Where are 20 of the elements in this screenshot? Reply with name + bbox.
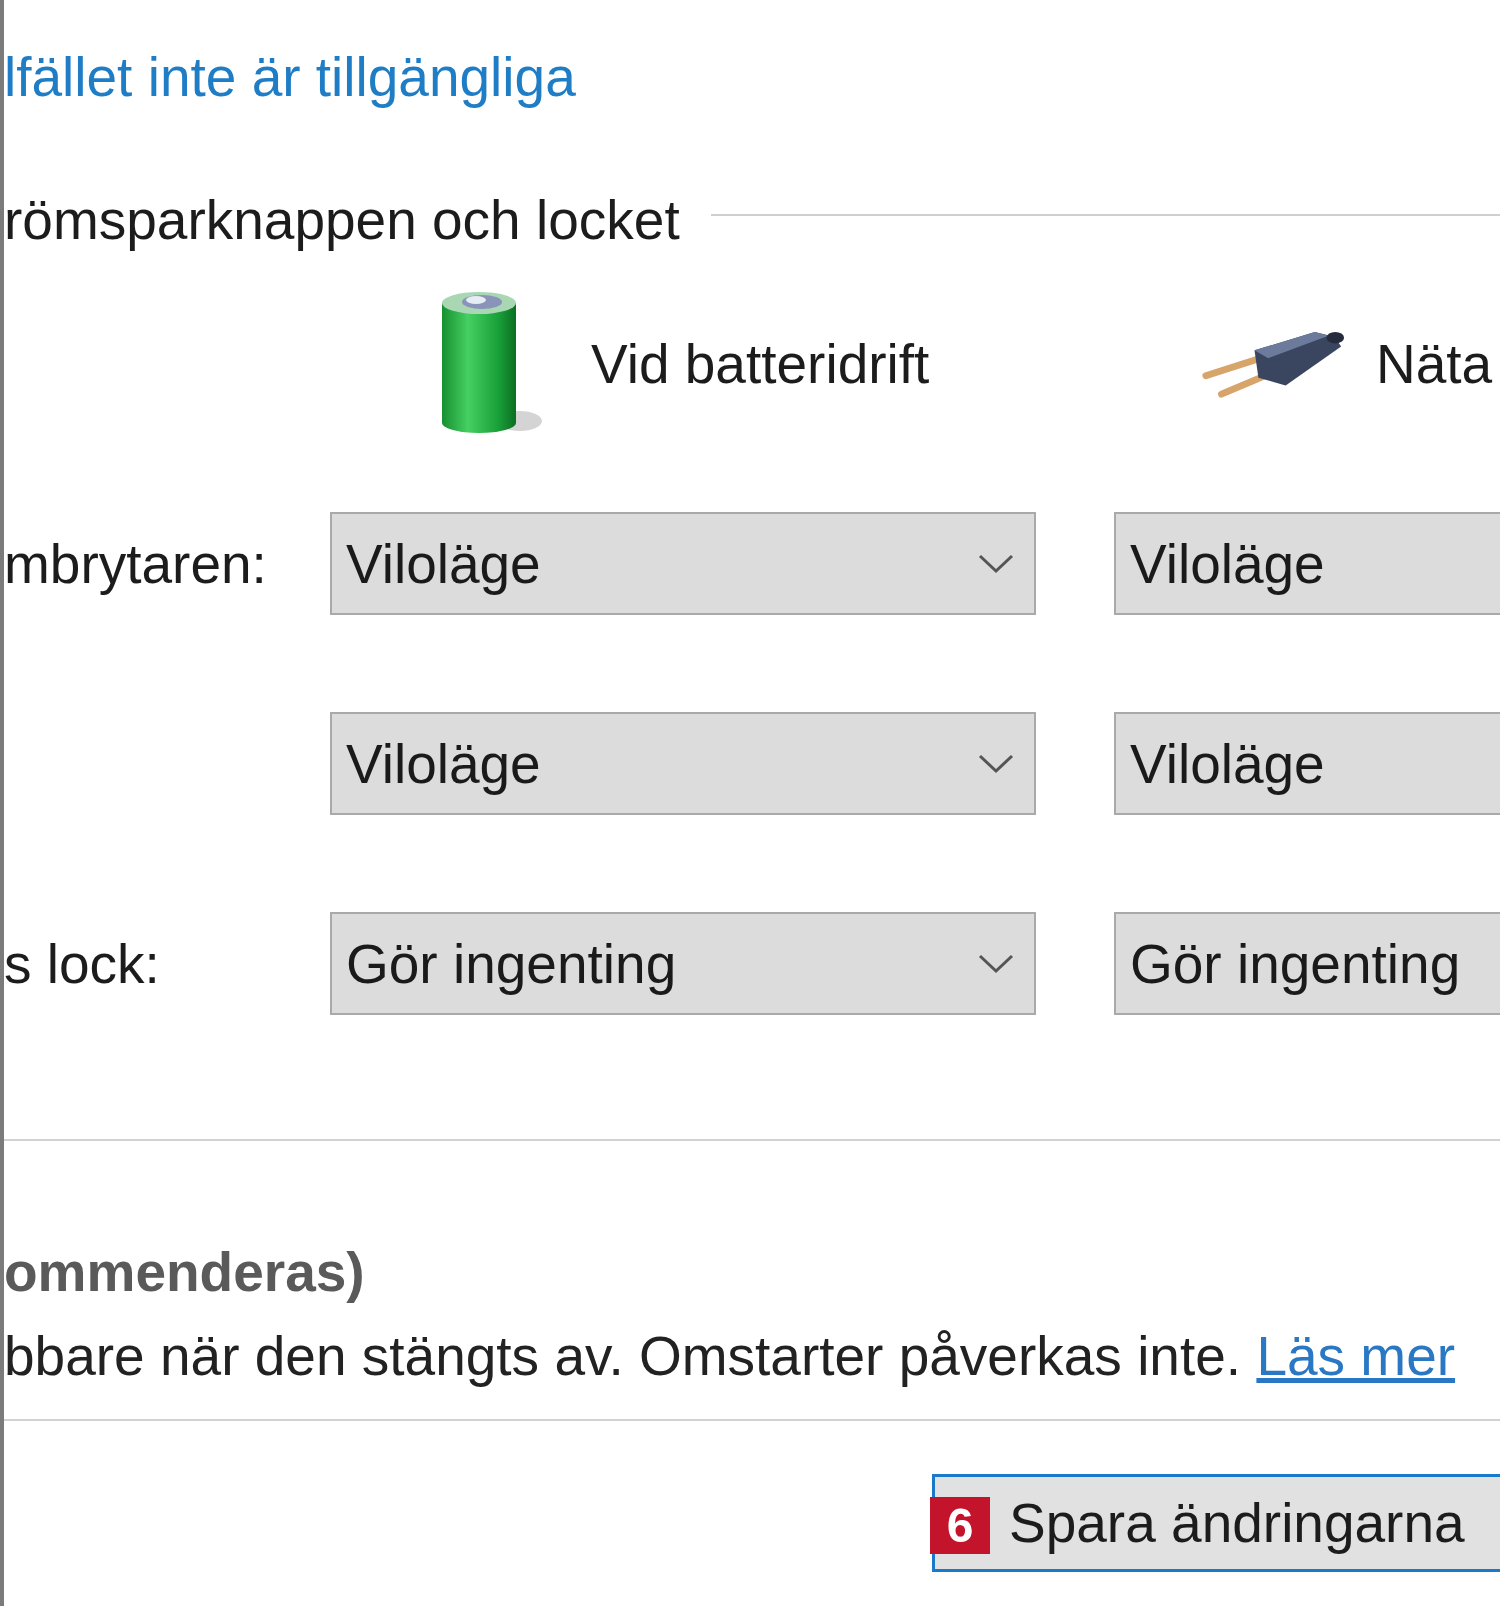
option-title: ommenderas) [4,1240,365,1305]
chevron-down-icon [978,953,1014,974]
dropdown[interactable]: Viloläge [330,712,1036,815]
setting-label: s lock: [4,931,160,997]
column-header: Vid batteridrift [591,331,930,397]
option-description: bbare när den stängts av. Omstarter påverkas inte. Läs mer [4,1324,1456,1389]
step-badge: 6 [930,1497,990,1554]
chevron-down-icon [978,553,1014,574]
setting-label: mbrytaren: [4,531,267,597]
section-heading: römsparknappen och locket [4,188,680,253]
battery-icon [440,291,544,436]
dropdown[interactable]: Viloläge [1114,512,1500,615]
dropdown[interactable]: Viloläge [1114,712,1500,815]
column-header: Näta [1376,331,1493,397]
dropdown[interactable]: Gör ingenting [1114,912,1500,1015]
chevron-down-icon [978,753,1014,774]
learn-more-link[interactable]: Läs mer [1256,1325,1456,1387]
dropdown[interactable]: Gör ingenting [330,912,1036,1015]
dropdown[interactable]: Viloläge [330,512,1036,615]
link[interactable]: lfället inte är tillgängliga [4,46,576,108]
